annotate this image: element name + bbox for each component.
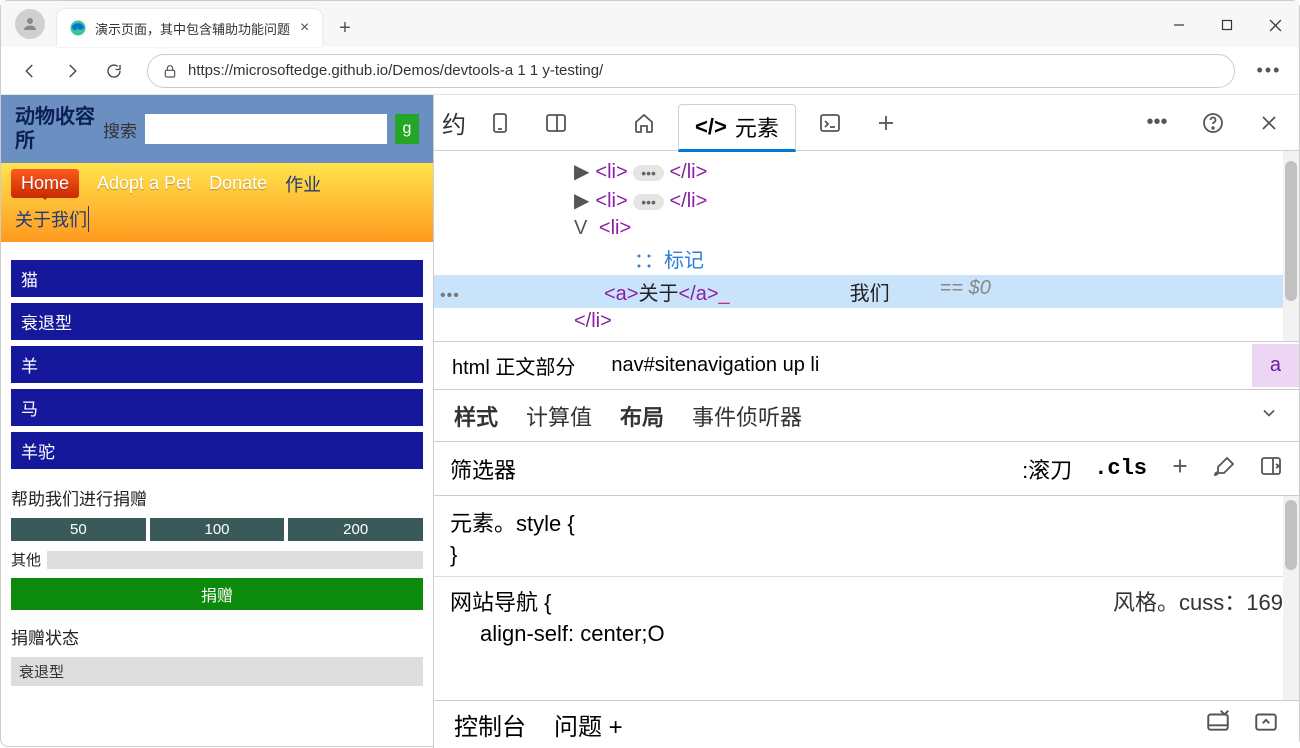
selected-dom-node[interactable]: <a>关于</a>_ 我们 == $0 [434,275,1299,308]
dock-side-icon[interactable] [534,101,578,145]
maximize-button[interactable] [1203,9,1251,41]
tab-close-icon[interactable]: × [298,17,311,39]
chevron-down-icon[interactable] [1259,403,1279,429]
donate-submit-button[interactable]: 捐赠 [11,578,423,610]
nav-jobs[interactable]: 作业 [285,171,321,197]
list-item[interactable]: 猫 [11,260,423,297]
forward-button[interactable] [55,54,89,88]
ellipsis-icon[interactable]: ••• [633,194,664,210]
donate-amount-button[interactable]: 50 [11,518,146,541]
help-button[interactable] [1191,101,1235,145]
console-tab-icon[interactable] [808,101,852,145]
donate-amount-button[interactable]: 100 [150,518,285,541]
ellipsis-icon[interactable]: ••• [633,165,664,181]
browser-menu-button[interactable]: ••• [1251,54,1287,88]
styles-tabstrip: 样式 计算值 布局 事件侦听器 [434,389,1299,441]
site-title: 动物收容所 [15,105,95,153]
tab-computed[interactable]: 计算值 [526,400,592,432]
new-tab-button[interactable]: + [328,11,362,45]
profile-avatar[interactable] [15,9,45,39]
styles-filter-row: 筛选器 :滚刀 .cls [434,441,1299,495]
device-toggle-button[interactable] [478,101,522,145]
dom-tree[interactable]: ▶<li> ••• </li> ▶<li> ••• </li> V <li> ：… [434,151,1299,341]
inspect-button[interactable]: 约 [442,105,466,140]
back-button[interactable] [13,54,47,88]
devtools-more-button[interactable]: ••• [1135,101,1179,145]
tab-layout[interactable]: 布局 [620,400,664,432]
donate-section: 帮助我们进行捐赠 50 100 200 其他 捐赠 捐赠状态 衰退型 [1,481,433,690]
scrollbar[interactable] [1283,496,1299,700]
window-titlebar: 演示页面，其中包含辅助功能问题 × + [1,1,1299,47]
list-item[interactable]: 衰退型 [11,303,423,340]
search-go-button[interactable]: g [395,114,419,144]
donate-amount-button[interactable]: 200 [288,518,423,541]
edge-favicon-icon [69,19,87,37]
drawer-dock-icon[interactable] [1205,708,1231,741]
cls-toggle[interactable]: .cls [1094,456,1147,481]
status-item: 衰退型 [11,657,423,686]
list-item[interactable]: 羊驼 [11,432,423,469]
code-icon: </> [695,114,727,140]
new-rule-button[interactable] [1169,455,1191,483]
dom-more-icon[interactable]: ••• [440,287,460,305]
other-label: 其他 [11,549,41,570]
drawer-issues-tab[interactable]: 问题 + [554,707,623,742]
browser-toolbar: https://microsoftedge.github.io/Demos/de… [1,47,1299,95]
nav-donate[interactable]: Donate [209,173,267,194]
devtools-panel: 约 </> 元素 ••• ▶<li> ••• </li> ▶<li> ••• <… [433,95,1299,748]
nav-adopt[interactable]: Adopt a Pet [97,173,191,194]
paint-brush-icon[interactable] [1213,454,1237,484]
tab-event-listeners[interactable]: 事件侦听器 [692,400,802,432]
page-nav: Home Adopt a Pet Donate 作业 关于我们 [1,163,433,242]
tab-elements[interactable]: </> 元素 [678,104,796,152]
drawer-collapse-icon[interactable] [1253,708,1279,741]
computed-sidebar-icon[interactable] [1259,454,1283,484]
list-item[interactable]: 马 [11,389,423,426]
breadcrumb-selected[interactable]: a [1252,344,1299,387]
nav-about[interactable]: 关于我们 [11,206,89,232]
welcome-tab[interactable] [622,101,666,145]
scrollbar[interactable] [1283,151,1299,341]
url-text: https://microsoftedge.github.io/Demos/de… [188,62,603,79]
lock-icon [162,63,178,79]
donate-heading: 帮助我们进行捐赠 [11,485,423,510]
devtools-close-button[interactable] [1247,101,1291,145]
more-tabs-button[interactable] [864,101,908,145]
close-window-button[interactable] [1251,9,1299,41]
hov-toggle[interactable]: :滚刀 [1022,453,1072,485]
reload-button[interactable] [97,54,131,88]
tab-styles[interactable]: 样式 [454,400,498,432]
nav-home[interactable]: Home [11,169,79,198]
list-item[interactable]: 羊 [11,346,423,383]
search-label: 搜索 [103,117,137,142]
search-input[interactable] [145,114,387,144]
tab-title: 演示页面，其中包含辅助功能问题 [95,19,290,38]
status-heading: 捐赠状态 [11,624,423,649]
window-controls [1155,9,1299,41]
devtools-tabstrip: 约 </> 元素 ••• [434,95,1299,151]
drawer-console-tab[interactable]: 控制台 [454,707,526,742]
devtools-drawer: 控制台 问题 + [434,700,1299,748]
rendered-page: 动物收容所 搜索 g Home Adopt a Pet Donate 作业 关于… [1,95,433,748]
other-amount-input[interactable] [47,551,423,569]
pet-list: 猫 衰退型 羊 马 羊驼 [1,242,433,481]
css-pane[interactable]: 元素。style { } 网站导航 {风格。cuss：169 align-sel… [434,495,1299,700]
address-bar[interactable]: https://microsoftedge.github.io/Demos/de… [147,54,1235,88]
minimize-button[interactable] [1155,9,1203,41]
dom-breadcrumb[interactable]: html 正文部分 nav#sitenavigation up li a [434,341,1299,389]
page-header: 动物收容所 搜索 g [1,95,433,163]
browser-tab[interactable]: 演示页面，其中包含辅助功能问题 × [57,9,322,47]
filter-input[interactable]: 筛选器 [450,453,516,485]
